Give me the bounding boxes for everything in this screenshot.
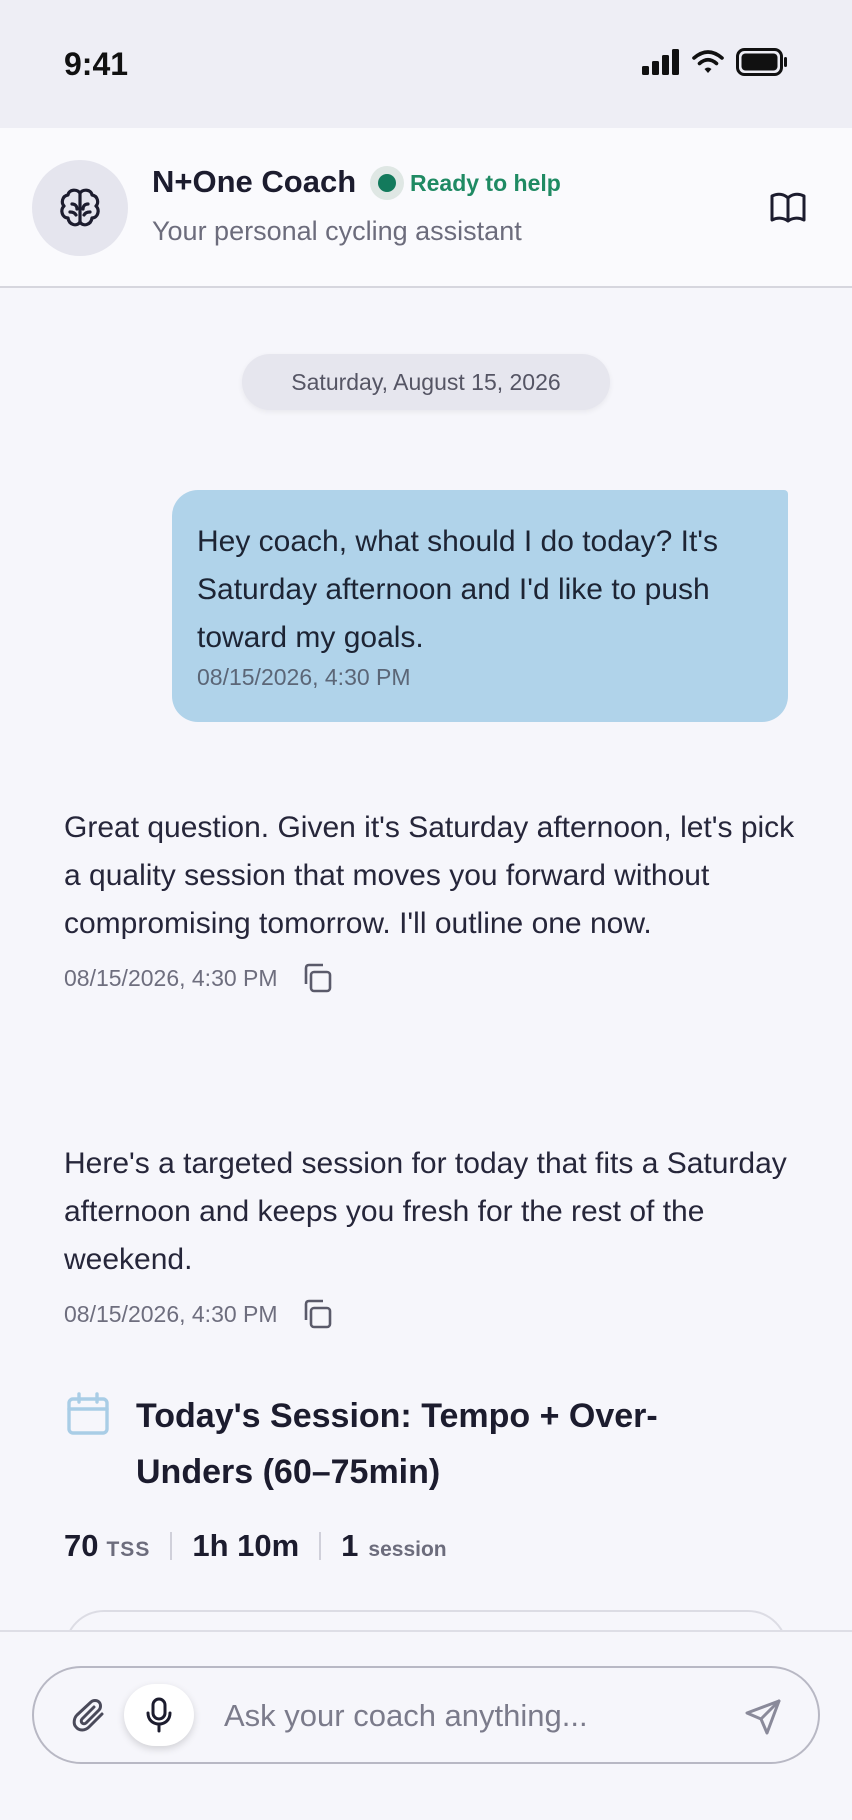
coach-message-meta: 08/15/2026, 4:30 PM [64,1298,804,1330]
composer [32,1666,820,1764]
coach-avatar [32,160,128,256]
stat-tss-value: 70 [64,1528,99,1563]
user-message-text: Hey coach, what should I do today? It's … [197,525,719,654]
coach-message-meta: 08/15/2026, 4:30 PM [64,962,804,994]
copy-icon[interactable] [302,962,334,994]
status-badge: Ready to help [370,166,561,200]
coach-message-text: Here's a targeted session for today that… [64,1147,787,1276]
coach-message: Here's a targeted session for today that… [64,1140,804,1330]
copy-icon[interactable] [302,1298,334,1330]
session-title: Today's Session: Tempo + Over-Unders (60… [136,1397,658,1491]
status-text: Ready to help [410,169,561,196]
stat-tss-unit: TSS [106,1538,151,1561]
date-divider: Saturday, August 15, 2026 [242,354,610,410]
stat-duration-value: 1h 10m [192,1528,300,1563]
status-time: 9:41 [64,46,129,82]
signal-icon [642,49,679,75]
paperclip-icon[interactable] [72,1698,108,1734]
wifi-icon [692,50,724,73]
user-message-time: 08/15/2026, 4:30 PM [197,664,411,690]
send-icon[interactable] [744,1698,782,1736]
coach-message-time: 08/15/2026, 4:30 PM [64,1300,278,1327]
status-icons [642,48,788,76]
stat-session-unit: session [368,1538,447,1561]
status-indicator [370,166,404,200]
stat-divider [319,1532,322,1560]
status-dot [378,174,396,192]
composer-bar [0,1630,852,1820]
stat-session-count: 1 [341,1528,359,1563]
stat-divider [170,1532,173,1560]
microphone-icon [146,1697,172,1733]
status-bar: 9:41 [0,0,852,128]
battery-icon [736,48,787,76]
book-icon[interactable] [768,190,808,226]
brain-icon [60,188,100,227]
microphone-button[interactable] [124,1684,194,1746]
chat-header: N+One Coach Ready to help Your personal … [0,128,852,288]
coach-message-text: Great question. Given it's Saturday afte… [64,811,795,940]
calendar-icon [67,1392,109,1435]
coach-message: Great question. Given it's Saturday afte… [64,804,804,994]
session-stats: 70 TSS 1h 10m 1 session [64,1528,447,1564]
message-input[interactable] [224,1688,724,1744]
coach-subtitle: Your personal cycling assistant [152,216,522,246]
coach-name: N+One Coach [152,164,357,199]
user-message-bubble: Hey coach, what should I do today? It's … [172,490,788,722]
coach-message-time: 08/15/2026, 4:30 PM [64,964,278,991]
